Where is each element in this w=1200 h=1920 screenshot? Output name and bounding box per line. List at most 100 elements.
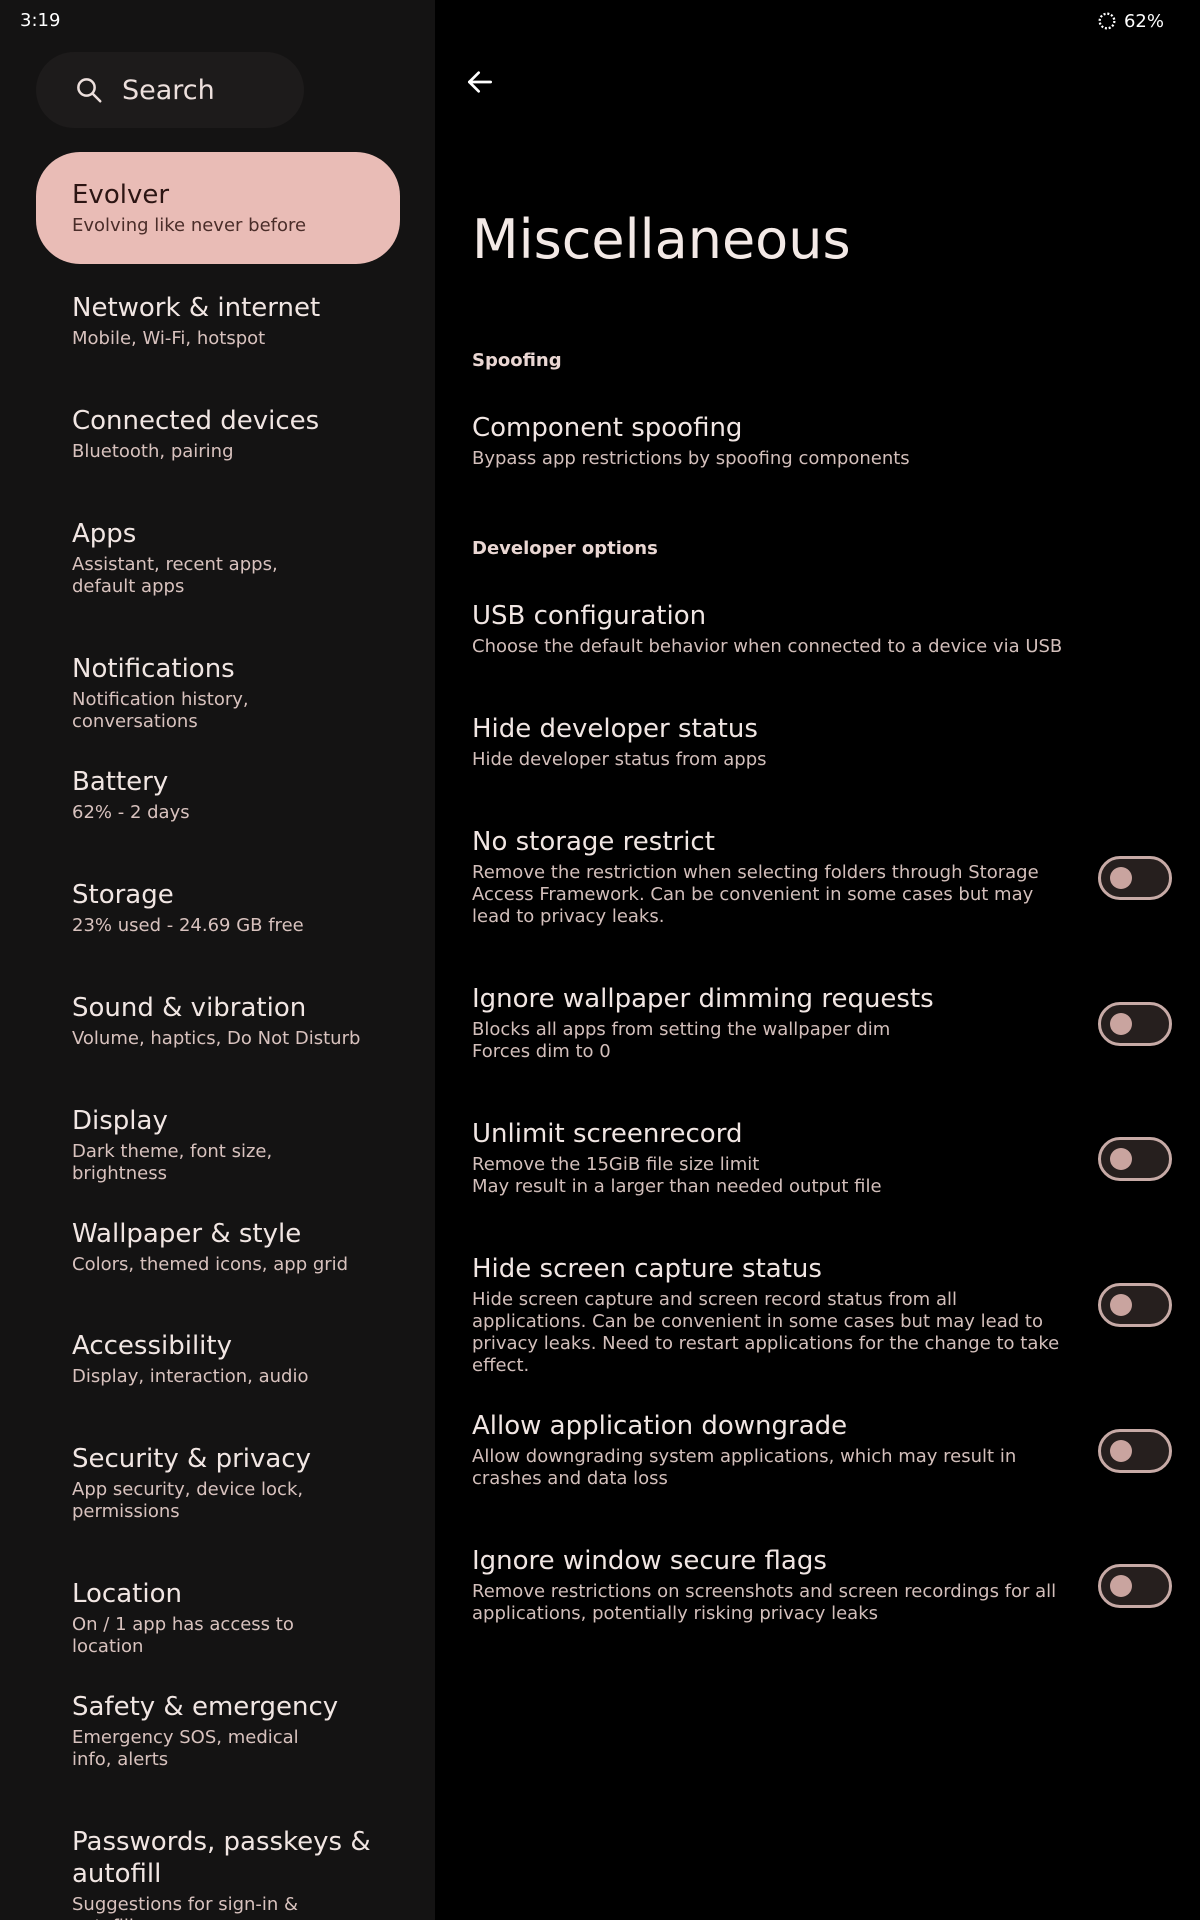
sidebar-item-title: Wallpaper & style xyxy=(72,1219,302,1249)
pref-title: No storage restrict xyxy=(472,827,715,857)
toggle-thumb xyxy=(1110,1013,1132,1035)
sidebar-item-subtitle: Volume, haptics, Do Not Disturb xyxy=(72,1028,361,1049)
sidebar-item-evolver[interactable]: Evolver Evolving like never before xyxy=(36,152,400,264)
pref-summary: Remove restrictions on screenshots and s… xyxy=(472,1581,1057,1624)
sidebar-item-subtitle: Mobile, Wi-Fi, hotspot xyxy=(72,328,266,349)
sidebar-item-display[interactable]: Display Dark theme, font size, brightnes… xyxy=(36,1105,400,1185)
sidebar-item-title: Connected devices xyxy=(72,406,320,436)
sidebar-item-title: Storage xyxy=(72,880,174,910)
toggle-thumb xyxy=(1110,1294,1132,1316)
toggle-no-storage-restrict[interactable] xyxy=(1098,856,1172,900)
pref-allow-application-downgrade[interactable]: Allow application downgrade Allow downgr… xyxy=(472,1410,1172,1490)
sidebar-item-connected-devices[interactable]: Connected devices Bluetooth, pairing xyxy=(36,405,400,463)
battery-saver-icon xyxy=(1098,12,1116,30)
pref-ignore-window-secure-flags[interactable]: Ignore window secure flags Remove restri… xyxy=(472,1545,1172,1625)
pref-title: Component spoofing xyxy=(472,413,743,443)
sidebar-item-subtitle: Notification history, conversations xyxy=(72,689,249,732)
sidebar-item-subtitle: App security, device lock, permissions xyxy=(72,1479,304,1522)
sidebar-item-title: Evolver xyxy=(72,180,170,210)
search-label: Search xyxy=(122,74,215,106)
sidebar-item-security[interactable]: Security & privacy App security, device … xyxy=(36,1443,400,1523)
pref-title: Ignore window secure flags xyxy=(472,1546,827,1576)
toggle-ignore-wallpaper-dimming[interactable] xyxy=(1098,1002,1172,1046)
toggle-thumb xyxy=(1110,1440,1132,1462)
battery-percent: 62% xyxy=(1123,10,1164,32)
pref-title: Unlimit screenrecord xyxy=(472,1119,743,1149)
pref-summary: Blocks all apps from setting the wallpap… xyxy=(472,1019,891,1040)
back-arrow-icon[interactable] xyxy=(464,66,496,98)
pref-hide-screen-capture-status[interactable]: Hide screen capture status Hide screen c… xyxy=(472,1253,1172,1377)
toggle-allow-application-downgrade[interactable] xyxy=(1098,1429,1172,1473)
pref-summary: Allow downgrading system applications, w… xyxy=(472,1446,1017,1489)
sidebar-item-battery[interactable]: Battery 62% - 2 days xyxy=(36,766,400,824)
pref-ignore-wallpaper-dimming[interactable]: Ignore wallpaper dimming requests Blocks… xyxy=(472,983,1172,1063)
pref-summary: Hide developer status from apps xyxy=(472,749,767,770)
sidebar-item-title: Network & internet xyxy=(72,293,321,323)
pref-title: Allow application downgrade xyxy=(472,1411,848,1441)
sidebar-item-notifications[interactable]: Notifications Notification history, conv… xyxy=(36,653,400,733)
sidebar-item-location[interactable]: Location On / 1 app has access to locati… xyxy=(36,1578,400,1658)
toggle-thumb xyxy=(1110,867,1132,889)
sidebar-item-title: Safety & emergency xyxy=(72,1692,339,1722)
sidebar-item-title: Location xyxy=(72,1579,182,1609)
sidebar-item-title: Notifications xyxy=(72,654,235,684)
sidebar-item-network[interactable]: Network & internet Mobile, Wi-Fi, hotspo… xyxy=(36,292,400,350)
pref-title: USB configuration xyxy=(472,601,707,631)
toggle-thumb xyxy=(1110,1148,1132,1170)
sidebar-item-subtitle: On / 1 app has access to location xyxy=(72,1614,294,1657)
sidebar-item-title: Display xyxy=(72,1106,168,1136)
pref-summary-line2: Forces dim to 0 xyxy=(472,1041,611,1062)
status-indicators: 62% xyxy=(1096,10,1164,32)
sidebar-item-storage[interactable]: Storage 23% used - 24.69 GB free xyxy=(36,879,400,937)
sidebar-item-title: Accessibility xyxy=(72,1331,232,1361)
pref-component-spoofing[interactable]: Component spoofing Bypass app restrictio… xyxy=(472,412,1172,470)
status-time: 3:19 xyxy=(20,10,61,31)
sidebar-item-subtitle: 23% used - 24.69 GB free xyxy=(72,915,304,936)
sidebar-item-accessibility[interactable]: Accessibility Display, interaction, audi… xyxy=(36,1330,400,1388)
section-header-developer: Developer options xyxy=(472,538,658,559)
sidebar-item-wallpaper[interactable]: Wallpaper & style Colors, themed icons, … xyxy=(36,1218,400,1276)
toggle-unlimit-screenrecord[interactable] xyxy=(1098,1137,1172,1181)
pref-summary: Remove the 15GiB file size limit xyxy=(472,1154,760,1175)
pref-hide-developer-status[interactable]: Hide developer status Hide developer sta… xyxy=(472,713,1172,771)
toggle-hide-screen-capture-status[interactable] xyxy=(1098,1283,1172,1327)
sidebar-item-subtitle: Colors, themed icons, app grid xyxy=(72,1254,349,1275)
sidebar-nav: Evolver Evolving like never before Netwo… xyxy=(0,152,435,1920)
sidebar-item-sound[interactable]: Sound & vibration Volume, haptics, Do No… xyxy=(36,992,400,1050)
toggle-thumb xyxy=(1110,1575,1132,1597)
sidebar-item-apps[interactable]: Apps Assistant, recent apps, default app… xyxy=(36,518,400,598)
pref-summary: Hide screen capture and screen record st… xyxy=(472,1289,1060,1376)
pref-no-storage-restrict[interactable]: No storage restrict Remove the restricti… xyxy=(472,826,1172,928)
sidebar-item-title: Security & privacy xyxy=(72,1444,311,1474)
sidebar-item-subtitle: 62% - 2 days xyxy=(72,802,190,823)
sidebar-item-subtitle: Assistant, recent apps, default apps xyxy=(72,554,278,597)
pref-title: Ignore wallpaper dimming requests xyxy=(472,984,934,1014)
pref-title: Hide developer status xyxy=(472,714,758,744)
pref-summary: Bypass app restrictions by spoofing comp… xyxy=(472,448,910,469)
toggle-ignore-window-secure-flags[interactable] xyxy=(1098,1564,1172,1608)
page-title: Miscellaneous xyxy=(472,208,851,271)
sidebar-item-subtitle: Bluetooth, pairing xyxy=(72,441,234,462)
pref-usb-configuration[interactable]: USB configuration Choose the default beh… xyxy=(472,600,1172,658)
pref-summary-line2: May result in a larger than needed outpu… xyxy=(472,1176,882,1197)
settings-screen: Search Evolver Evolving like never befor… xyxy=(0,0,1200,1920)
search-bar[interactable]: Search xyxy=(36,52,304,128)
pref-title: Hide screen capture status xyxy=(472,1254,822,1284)
sidebar-item-safety[interactable]: Safety & emergency Emergency SOS, medica… xyxy=(36,1691,400,1771)
status-bar: 3:19 62% xyxy=(0,0,1200,42)
pref-summary: Remove the restriction when selecting fo… xyxy=(472,862,1039,927)
sidebar-item-subtitle: Dark theme, font size, brightness xyxy=(72,1141,273,1184)
sidebar-item-title: Passwords, passkeys & autofill xyxy=(72,1827,371,1889)
pref-unlimit-screenrecord[interactable]: Unlimit screenrecord Remove the 15GiB fi… xyxy=(472,1118,1172,1198)
settings-sidebar: Search Evolver Evolving like never befor… xyxy=(0,0,435,1920)
sidebar-item-subtitle: Display, interaction, audio xyxy=(72,1366,309,1387)
section-header-spoofing: Spoofing xyxy=(472,350,562,371)
pref-summary: Choose the default behavior when connect… xyxy=(472,636,1063,657)
sidebar-item-passwords[interactable]: Passwords, passkeys & autofill Suggestio… xyxy=(36,1826,400,1920)
main-panel: Miscellaneous Spoofing Component spoofin… xyxy=(436,0,1200,1920)
sidebar-item-subtitle: Evolving like never before xyxy=(72,215,307,236)
sidebar-item-subtitle: Emergency SOS, medical info, alerts xyxy=(72,1727,299,1770)
sidebar-item-subtitle: Suggestions for sign-in & autofill xyxy=(72,1894,299,1920)
search-icon xyxy=(77,78,102,103)
sidebar-item-title: Apps xyxy=(72,519,137,549)
